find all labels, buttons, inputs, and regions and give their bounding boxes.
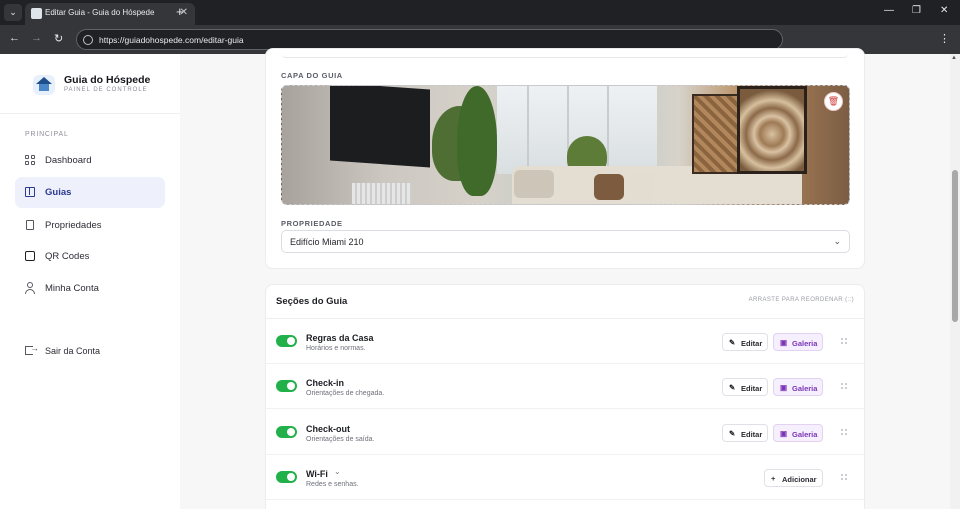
sidebar-item-guias[interactable]: Guias bbox=[15, 177, 165, 208]
edit-button[interactable]: ✎ Editar bbox=[722, 378, 768, 396]
chevron-down-icon[interactable]: ⌄ bbox=[4, 4, 22, 21]
section-description: Orientações de saída. bbox=[306, 436, 375, 443]
sidebar-item-qr-codes[interactable]: QR Codes bbox=[15, 241, 165, 272]
plus-icon: + bbox=[771, 474, 776, 483]
book-icon bbox=[25, 187, 35, 197]
sidebar-item-minha-conta[interactable]: Minha Conta bbox=[15, 273, 165, 304]
tab-title: Editar Guia - Guia do Hóspede bbox=[45, 8, 155, 17]
sidebar-item-label: QR Codes bbox=[45, 251, 90, 262]
section-title: Wi-Fi bbox=[306, 469, 328, 479]
divider bbox=[0, 113, 180, 114]
arrow-left-icon[interactable]: ← bbox=[9, 32, 20, 44]
drag-handle-icon[interactable] bbox=[840, 473, 848, 481]
restore-icon[interactable]: ❐ bbox=[912, 5, 921, 16]
arrow-right-icon[interactable]: → bbox=[31, 32, 42, 44]
section-row-check-in: Check-in Orientações de chegada. ✎ Editar… bbox=[266, 364, 864, 409]
grid-icon bbox=[25, 155, 35, 165]
trash-icon[interactable]: 🗑 bbox=[824, 92, 843, 111]
section-toggle[interactable] bbox=[276, 426, 297, 438]
logout-label: Sair da Conta bbox=[45, 346, 101, 356]
property-select[interactable]: Edifício Miami 210 ⌄ bbox=[281, 230, 850, 253]
cover-image[interactable] bbox=[281, 85, 850, 205]
close-window-icon[interactable]: ✕ bbox=[940, 5, 948, 16]
section-description: Orientações de chegada. bbox=[306, 390, 385, 397]
edit-button[interactable]: ✎ Editar bbox=[722, 424, 768, 442]
brand-subtitle: PAINEL DE CONTROLE bbox=[64, 87, 148, 93]
sidebar: Guia do Hóspede PAINEL DE CONTROLE PRINC… bbox=[0, 54, 180, 509]
reorder-hint: ARRASTE PARA REORDENAR (::) bbox=[748, 297, 854, 303]
section-row-check-out: Check-out Orientações de saída. ✎ Editar … bbox=[266, 410, 864, 455]
add-button[interactable]: + Adicionar bbox=[764, 469, 823, 487]
sections-title: Seções do Guia bbox=[276, 296, 348, 307]
image-icon: ▣ bbox=[780, 429, 788, 438]
section-title: Check-out bbox=[306, 424, 351, 434]
sidebar-item-label: Guias bbox=[45, 187, 72, 198]
cover-label: CAPA DO GUIA bbox=[281, 71, 343, 80]
section-description: Redes e senhas. bbox=[306, 481, 359, 488]
reload-icon[interactable]: ↻ bbox=[54, 32, 63, 45]
sidebar-section-label: PRINCIPAL bbox=[25, 131, 69, 138]
section-row-wifi: Wi-Fi ⌄ Redes e senhas. + Adicionar bbox=[266, 455, 864, 500]
user-icon bbox=[27, 282, 33, 288]
section-row-regras: Regras da Casa Horários e normas. ✎ Edita… bbox=[266, 319, 864, 364]
property-label: PROPRIEDADE bbox=[281, 219, 343, 228]
property-select-value: Edifício Miami 210 bbox=[290, 237, 364, 247]
scrollbar-thumb[interactable] bbox=[952, 170, 958, 322]
kebab-icon[interactable]: ⋮ bbox=[939, 32, 950, 45]
gallery-button[interactable]: ▣ Galeria bbox=[773, 424, 823, 442]
plus-icon[interactable]: + bbox=[176, 4, 184, 19]
section-toggle[interactable] bbox=[276, 335, 297, 347]
sidebar-item-label: Minha Conta bbox=[45, 283, 99, 294]
sidebar-item-label: Propriedades bbox=[45, 220, 102, 231]
pencil-icon: ✎ bbox=[729, 338, 736, 347]
section-description: Horários e normas. bbox=[306, 345, 366, 352]
section-title: Check-in bbox=[306, 378, 345, 388]
favicon bbox=[31, 8, 42, 19]
scroll-up-icon[interactable]: ▲ bbox=[951, 55, 957, 61]
sidebar-item-dashboard[interactable]: Dashboard bbox=[15, 145, 165, 176]
drag-handle-icon[interactable] bbox=[840, 337, 848, 345]
browser-tab[interactable]: Editar Guia - Guia do Hóspede ✕ bbox=[25, 3, 195, 25]
divider bbox=[282, 54, 848, 58]
minimize-icon[interactable]: — bbox=[884, 5, 894, 16]
brand-name: Guia do Hóspede bbox=[64, 74, 151, 86]
edit-button[interactable]: ✎ Editar bbox=[722, 333, 768, 351]
gallery-button[interactable]: ▣ Galeria bbox=[773, 333, 823, 351]
site-info-icon[interactable] bbox=[83, 35, 93, 45]
chevron-down-icon[interactable]: ⌄ bbox=[334, 467, 341, 476]
image-icon: ▣ bbox=[780, 383, 788, 392]
url-text: https://guiadohospede.com/editar-guia bbox=[99, 35, 244, 45]
building-icon bbox=[26, 220, 34, 230]
section-toggle[interactable] bbox=[276, 471, 297, 483]
house-logo-icon bbox=[33, 75, 55, 95]
image-icon: ▣ bbox=[780, 338, 788, 347]
sidebar-item-propriedades[interactable]: Propriedades bbox=[15, 210, 165, 241]
section-title: Regras da Casa bbox=[306, 333, 374, 343]
pencil-icon: ✎ bbox=[729, 383, 736, 392]
chevron-down-icon: ⌄ bbox=[833, 236, 841, 246]
drag-handle-icon[interactable] bbox=[840, 382, 848, 390]
sidebar-item-label: Dashboard bbox=[45, 155, 92, 166]
drag-handle-icon[interactable] bbox=[840, 428, 848, 436]
pencil-icon: ✎ bbox=[729, 429, 736, 438]
qr-code-icon bbox=[25, 251, 35, 261]
gallery-button[interactable]: ▣ Galeria bbox=[773, 378, 823, 396]
browser-tab-bar: ⌄ Editar Guia - Guia do Hóspede ✕ + — ❐ … bbox=[0, 0, 960, 25]
address-bar[interactable]: https://guiadohospede.com/editar-guia bbox=[76, 29, 783, 50]
section-toggle[interactable] bbox=[276, 380, 297, 392]
